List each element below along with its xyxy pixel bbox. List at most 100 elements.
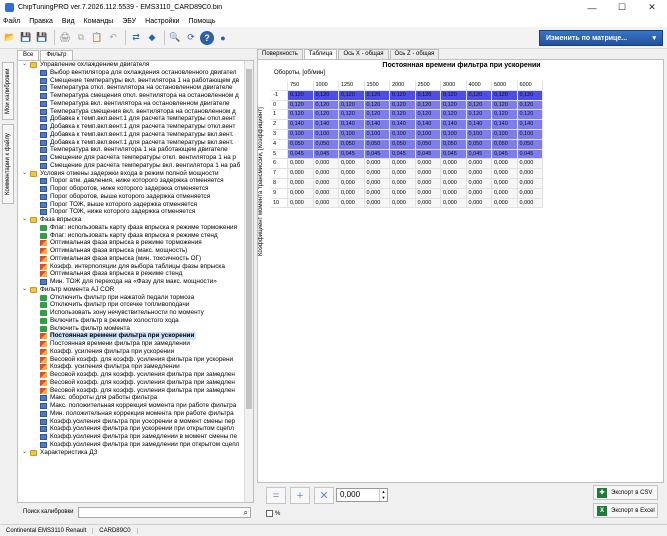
tree-item[interactable]: Коэфф. усиления фильтра при замедлении [18, 363, 244, 371]
save-as-icon[interactable]: 💾 [35, 31, 49, 45]
tree-item[interactable]: Коэфф.усиления фильтра при ускорении в м… [18, 418, 244, 426]
table-cell[interactable]: 0,000 [466, 198, 492, 209]
tab-my-calibrations[interactable]: Мои калибровки [2, 62, 14, 120]
tab-file-comments[interactable]: Комментарии к файлу [2, 124, 14, 204]
table-cell[interactable]: 0,000 [364, 169, 390, 179]
table-cell[interactable]: 0,120 [466, 100, 492, 111]
table-cell[interactable]: 0,045 [390, 149, 416, 160]
table-cell[interactable]: 0,120 [364, 90, 390, 101]
tree-item[interactable]: Отключить фильтр при отсечке топливопода… [18, 301, 244, 309]
export-csv-button[interactable]: ✚ Экспорт в CSV [593, 485, 658, 500]
menu-item[interactable]: Настройки [145, 18, 179, 25]
tree-item[interactable]: Коэфф.усиления фильтра при ускорении при… [18, 425, 244, 433]
tree-item[interactable]: Коэфф. усиления фильтра при ускорении [18, 348, 244, 356]
help-icon[interactable]: ? [200, 30, 214, 45]
table-cell[interactable]: 0,045 [492, 149, 518, 160]
table-cell[interactable]: 0,140 [390, 120, 416, 130]
refresh-icon[interactable]: ⟳ [184, 31, 198, 45]
table-cell[interactable]: 0,000 [415, 178, 441, 189]
table-cell[interactable]: 0,120 [517, 100, 543, 111]
tree-item[interactable]: Температура смещения откл. вентилятора н… [18, 92, 244, 100]
print-icon[interactable]: 🖨 [58, 31, 72, 45]
table-cell[interactable]: 0,000 [288, 178, 314, 189]
expand-chevron-icon[interactable]: ⌄ [22, 216, 27, 224]
menu-item[interactable]: Команды [84, 18, 114, 25]
value-spinner[interactable]: ▲ ▼ [379, 489, 387, 501]
table-cell[interactable]: 0,000 [466, 169, 492, 179]
table-cell[interactable]: 0,000 [288, 159, 314, 170]
table-cell[interactable]: 0,120 [517, 90, 543, 101]
tree-item[interactable]: Смещение для расчета температуры вкл. ве… [18, 162, 244, 170]
table-cell[interactable]: 0,000 [390, 169, 416, 179]
change-by-matrix-button[interactable]: Изменить по матрице... ▾ [539, 30, 663, 46]
table-cell[interactable]: 0,100 [313, 129, 339, 140]
table-cell[interactable]: 0,000 [313, 169, 339, 179]
table-cell[interactable]: 0,120 [517, 110, 543, 121]
tree-item[interactable]: Весовой коэфф. для коэфф. усиления фильт… [18, 379, 244, 387]
export-excel-button[interactable]: X Экспорт в Excel [593, 503, 658, 518]
table-cell[interactable]: 0,000 [466, 178, 492, 189]
table-cell[interactable]: 0,000 [339, 159, 365, 170]
tree-item[interactable]: Порог ТОЖ, ниже которого задержка отменя… [18, 208, 244, 216]
table-cell[interactable]: 0,000 [313, 188, 339, 199]
table-cell[interactable]: 0,050 [415, 139, 441, 150]
table-cell[interactable]: 0,000 [492, 178, 518, 189]
tree-group[interactable]: ⌄ Управление охлаждением двигателя [18, 61, 244, 69]
table-cell[interactable]: 0,120 [313, 100, 339, 111]
tree-item[interactable]: Коэфф.усиления фильтра при замедлении в … [18, 433, 244, 441]
tree-item[interactable]: Добавка к темп.вкл.вент.1 для расчета те… [18, 131, 244, 139]
table-cell[interactable]: 0,120 [313, 90, 339, 101]
table-cell[interactable]: 0,120 [466, 90, 492, 101]
table-cell[interactable]: 0,000 [492, 169, 518, 179]
table-cell[interactable]: 0,000 [466, 159, 492, 170]
menu-item[interactable]: Помощь [188, 18, 215, 25]
table-cell[interactable]: 0,045 [313, 149, 339, 160]
table-cell[interactable]: 0,045 [415, 149, 441, 160]
table-cell[interactable]: 0,120 [492, 90, 518, 101]
table-cell[interactable]: 0,100 [339, 129, 365, 140]
tree-item[interactable]: Оптимальная фаза впрыска (мин. токсичнос… [18, 255, 244, 263]
table-cell[interactable]: 0,000 [339, 178, 365, 189]
tree-item[interactable]: Макс. положительная коррекция момента пр… [18, 402, 244, 410]
table-cell[interactable]: 0,000 [517, 188, 543, 199]
table-cell[interactable]: 0,000 [313, 178, 339, 189]
table-cell[interactable]: 0,045 [364, 149, 390, 160]
search-icon[interactable]: 🔍 [168, 31, 182, 45]
table-cell[interactable]: 0,050 [313, 139, 339, 150]
tree-item[interactable]: Макс. обороты для работы фильтра [18, 394, 244, 402]
table-cell[interactable]: 0,045 [466, 149, 492, 160]
table-cell[interactable]: 0,000 [390, 198, 416, 209]
tree-item[interactable]: Температура смещения вкл. вентилятора на… [18, 108, 244, 116]
table-cell[interactable]: 0,100 [364, 129, 390, 140]
tree-item[interactable]: Смещение для расчета температуры откл. в… [18, 154, 244, 162]
table-cell[interactable]: 0,120 [390, 90, 416, 101]
tree-item[interactable]: Мин. положительная коррекция момента при… [18, 410, 244, 418]
tree-item[interactable]: Температура вкл. вентилятора 1 на работа… [18, 146, 244, 154]
table-cell[interactable]: 0,100 [466, 129, 492, 140]
table-cell[interactable]: 0,100 [441, 129, 467, 140]
table-cell[interactable]: 0,000 [441, 169, 467, 179]
table-cell[interactable]: 0,050 [364, 139, 390, 150]
table-cell[interactable]: 0,000 [313, 159, 339, 170]
table-cell[interactable]: 0,120 [492, 110, 518, 121]
table-cell[interactable]: 0,000 [390, 178, 416, 189]
table-cell[interactable]: 0,120 [288, 90, 314, 101]
table-cell[interactable]: 0,050 [517, 139, 543, 150]
menu-item[interactable]: Вид [62, 18, 75, 25]
table-cell[interactable]: 0,000 [288, 198, 314, 209]
tree-item[interactable]: Добавка к темп.вкл.вент.1 для расчета те… [18, 139, 244, 147]
table-cell[interactable]: 0,120 [466, 110, 492, 121]
set-equal-button[interactable]: = [266, 487, 286, 504]
table-cell[interactable]: 0,000 [441, 159, 467, 170]
table-cell[interactable]: 0,000 [441, 188, 467, 199]
table-cell[interactable]: 0,140 [313, 120, 339, 130]
maximize-button[interactable]: ☐ [607, 0, 637, 15]
tab-table[interactable]: Таблица [303, 49, 338, 59]
tab-all[interactable]: Все [17, 50, 40, 60]
table-cell[interactable]: 0,120 [390, 110, 416, 121]
stop-icon[interactable]: ● [216, 31, 230, 45]
table-cell[interactable]: 0,000 [339, 169, 365, 179]
table-cell[interactable]: 0,000 [390, 188, 416, 199]
table-cell[interactable]: 0,100 [390, 129, 416, 140]
table-cell[interactable]: 0,100 [288, 129, 314, 140]
